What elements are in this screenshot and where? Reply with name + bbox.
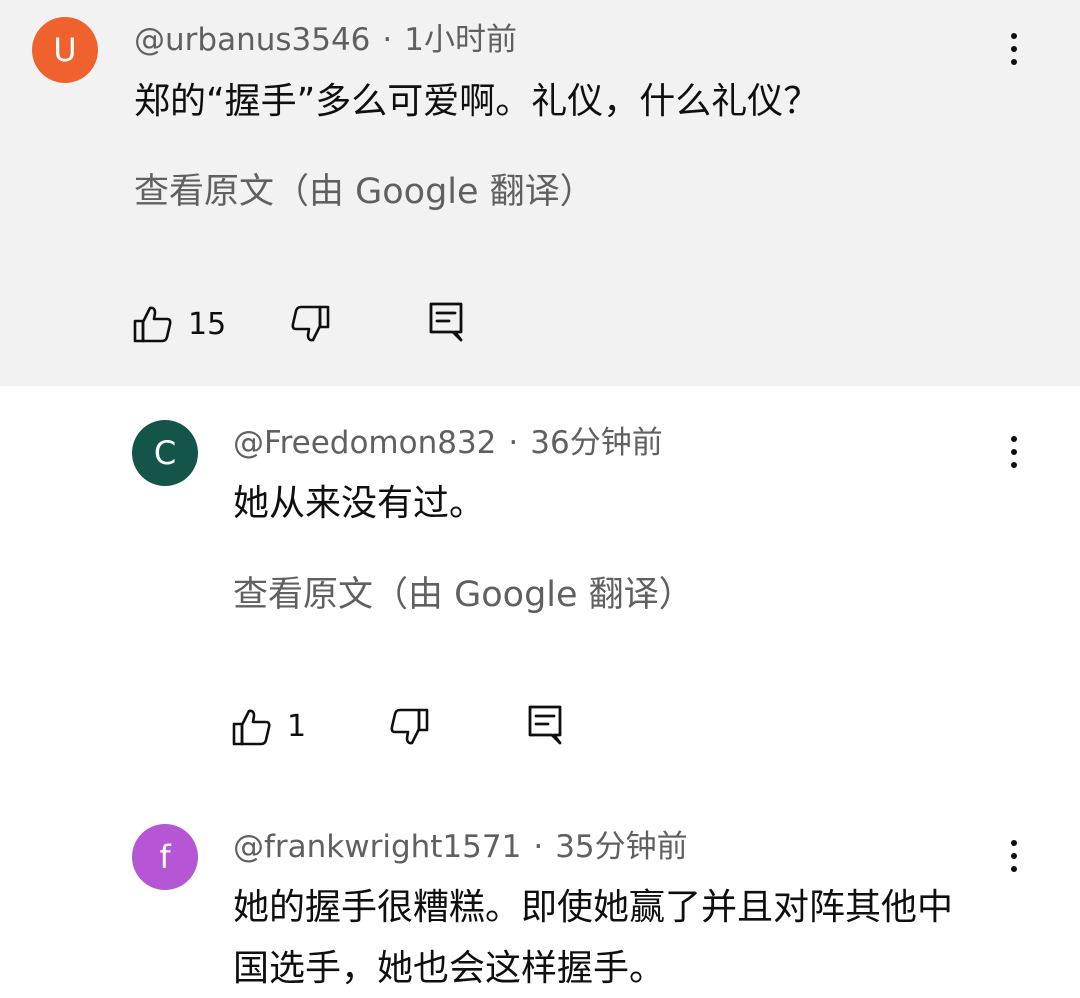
- username[interactable]: @urbanus3546: [134, 22, 370, 58]
- reply-icon[interactable]: [425, 300, 469, 344]
- comment-text: 郑的“握手”多么可爱啊。礼仪，什么礼仪？: [134, 81, 820, 122]
- avatar[interactable]: U: [32, 17, 98, 83]
- thumbs-up-icon[interactable]: [231, 705, 275, 749]
- see-original-link[interactable]: 查看原文（由 Google 翻译）: [233, 573, 694, 617]
- thumbs-up-icon[interactable]: [132, 302, 176, 346]
- username[interactable]: @Freedomon832: [233, 425, 496, 461]
- username[interactable]: @frankwright1571: [233, 829, 521, 865]
- avatar[interactable]: C: [132, 420, 198, 486]
- comment-meta: @urbanus3546 · 1小时前: [134, 20, 517, 60]
- comment-meta: @Freedomon832 · 36分钟前: [233, 423, 663, 463]
- comment-text-line: 国选手，她也会这样握手。: [233, 948, 666, 989]
- comments-page: U @urbanus3546 · 1小时前 郑的“握手”多么可爱啊。礼仪，什么礼仪？…: [0, 0, 1080, 998]
- meta-separator: ·: [382, 22, 393, 58]
- timestamp: 35分钟前: [555, 829, 688, 865]
- timestamp: 36分钟前: [530, 425, 663, 461]
- like-count: 15: [188, 307, 227, 342]
- meta-separator: ·: [533, 829, 544, 865]
- comment-text: 她从来没有过。: [233, 483, 486, 524]
- thumbs-down-icon[interactable]: [386, 705, 430, 749]
- see-original-link[interactable]: 查看原文（由 Google 翻译）: [134, 170, 595, 214]
- avatar[interactable]: f: [132, 824, 198, 890]
- timestamp: 1小时前: [404, 22, 517, 58]
- more-vert-icon[interactable]: [999, 27, 1029, 71]
- comment-meta: @frankwright1571 · 35分钟前: [233, 827, 688, 867]
- comment-item: U @urbanus3546 · 1小时前 郑的“握手”多么可爱啊。礼仪，什么礼仪？…: [0, 0, 1080, 386]
- like-count: 1: [287, 709, 307, 744]
- comment-item: f @frankwright1571 · 35分钟前 她的握手很糟糕。即使她赢了并且…: [0, 796, 1080, 998]
- reply-icon[interactable]: [524, 703, 568, 747]
- comment-text-line: 她的握手很糟糕。即使她赢了并且对阵其他中: [233, 887, 954, 928]
- more-vert-icon[interactable]: [999, 834, 1029, 878]
- more-vert-icon[interactable]: [999, 430, 1029, 474]
- thumbs-down-icon[interactable]: [287, 302, 331, 346]
- comment-item: C @Freedomon832 · 36分钟前 她从来没有过。 查看原文（由 Goo…: [0, 386, 1080, 796]
- meta-separator: ·: [508, 425, 519, 461]
